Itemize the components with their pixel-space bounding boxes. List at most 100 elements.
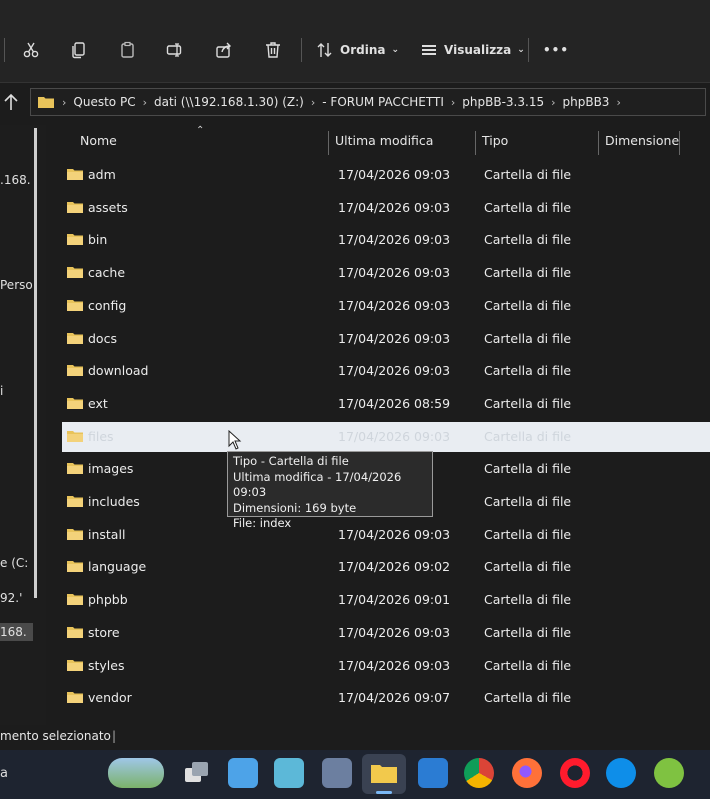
folder-icon: [67, 692, 83, 704]
table-row[interactable]: download 17/04/2026 09:03 Cartella di file: [62, 356, 710, 386]
rename-button[interactable]: [166, 36, 184, 64]
column-divider[interactable]: [328, 131, 329, 155]
share-icon: [216, 42, 231, 58]
file-type: Cartella di file: [484, 330, 572, 346]
file-name: images: [88, 461, 134, 477]
folder-icon: [67, 528, 83, 540]
share-button[interactable]: [215, 36, 233, 64]
folder-icon: [371, 765, 397, 783]
address-bar[interactable]: › Questo PC › dati (\\192.168.1.30) (Z:)…: [30, 88, 706, 116]
trash-icon: [266, 42, 280, 58]
paste-button[interactable]: [119, 36, 137, 64]
file-type: Cartella di file: [484, 461, 572, 477]
toolbar-divider: [4, 38, 5, 62]
table-row[interactable]: docs 17/04/2026 09:03 Cartella di file: [62, 324, 710, 354]
photos-icon[interactable]: [274, 758, 304, 788]
table-row[interactable]: config 17/04/2026 09:03 Cartella di file: [62, 291, 710, 321]
table-row[interactable]: cache 17/04/2026 09:03 Cartella di file: [62, 258, 710, 288]
arrow-up-icon[interactable]: [2, 92, 20, 112]
file-explorer-icon[interactable]: [362, 754, 406, 794]
breadcrumb-item[interactable]: phpBB-3.3.15: [462, 95, 544, 109]
paste-icon: [121, 41, 134, 58]
more-options-button[interactable]: •••: [543, 36, 569, 64]
outlook-icon[interactable]: [418, 758, 448, 788]
file-type: Cartella di file: [484, 526, 572, 542]
file-type: Cartella di file: [484, 395, 572, 411]
sort-label: Ordina: [340, 43, 386, 57]
breadcrumb-item[interactable]: Questo PC: [73, 95, 135, 109]
file-name: store: [88, 624, 120, 640]
file-type: Cartella di file: [484, 265, 572, 281]
cut-icon: [23, 42, 39, 58]
nav-item[interactable]: .168.: [0, 173, 31, 187]
file-name: phpbb: [88, 592, 128, 608]
nav-item[interactable]: 92.': [0, 591, 22, 605]
copy-icon: [72, 42, 85, 59]
chevron-right-icon: ›: [62, 95, 67, 109]
folder-icon: [67, 234, 83, 246]
file-name: bin: [88, 232, 108, 248]
table-row[interactable]: bin 17/04/2026 09:03 Cartella di file: [62, 225, 710, 255]
widgets-icon[interactable]: [108, 758, 164, 788]
nav-item[interactable]: Perso: [0, 278, 33, 292]
file-type: Cartella di file: [484, 297, 572, 313]
file-modified: 17/04/2026 09:03: [338, 330, 451, 346]
sort-button[interactable]: Ordina ⌄: [316, 36, 399, 64]
column-divider[interactable]: [598, 131, 599, 155]
file-name: download: [88, 363, 149, 379]
snap-icon[interactable]: [228, 758, 258, 788]
column-header-name[interactable]: Nome: [80, 133, 117, 148]
nav-item[interactable]: e (C:: [0, 556, 28, 570]
nav-scrollbar[interactable]: [34, 128, 37, 598]
delete-button[interactable]: [264, 36, 282, 64]
folder-icon: [67, 561, 83, 573]
view-button[interactable]: Visualizza ⌄: [420, 36, 525, 64]
table-row[interactable]: files 17/04/2026 09:03 Cartella di file: [62, 421, 710, 452]
toolbar-divider: [528, 38, 529, 62]
table-row[interactable]: language 17/04/2026 09:02 Cartella di file: [62, 552, 710, 582]
table-row[interactable]: styles 17/04/2026 09:03 Cartella di file: [62, 651, 710, 681]
nav-item-selected[interactable]: 168.: [0, 623, 33, 641]
folder-icon: [67, 365, 83, 377]
nav-item[interactable]: i: [0, 384, 3, 398]
column-header-type[interactable]: Tipo: [482, 133, 508, 148]
cut-button[interactable]: [22, 36, 40, 64]
firefox-icon[interactable]: [512, 758, 542, 788]
column-header-modified[interactable]: Ultima modifica: [335, 133, 433, 148]
table-row[interactable]: phpbb 17/04/2026 09:01 Cartella di file: [62, 585, 710, 615]
tooltip-line: Dimensioni: 169 byte: [233, 500, 357, 515]
column-divider[interactable]: [679, 131, 680, 155]
file-type: Cartella di file: [484, 559, 572, 575]
table-row[interactable]: adm 17/04/2026 09:03 Cartella di file: [62, 160, 710, 190]
file-modified: 17/04/2026 09:02: [338, 559, 451, 575]
file-type: Cartella di file: [484, 167, 572, 182]
opera-icon[interactable]: [560, 758, 590, 788]
view-icon: [422, 45, 436, 55]
table-row[interactable]: vendor 17/04/2026 09:07 Cartella di file: [62, 683, 710, 713]
notepadpp-icon[interactable]: [654, 758, 684, 788]
folder-icon: [67, 463, 83, 475]
calculator-icon[interactable]: [322, 758, 352, 788]
folder-icon: [67, 299, 83, 311]
taskbar: a: [0, 750, 710, 799]
file-modified: 17/04/2026 09:03: [338, 363, 451, 379]
folder-icon: [67, 659, 83, 671]
teamviewer-icon[interactable]: [606, 758, 636, 788]
folder-icon: [67, 397, 83, 409]
breadcrumb-item[interactable]: dati (\\192.168.1.30) (Z:): [154, 95, 304, 109]
column-divider[interactable]: [475, 131, 476, 155]
chrome-icon[interactable]: [464, 758, 494, 788]
table-row[interactable]: store 17/04/2026 09:03 Cartella di file: [62, 618, 710, 648]
search-box[interactable]: a: [0, 766, 8, 781]
copy-button[interactable]: [70, 36, 88, 64]
task-view-icon[interactable]: [182, 758, 212, 788]
breadcrumb-item[interactable]: phpBB3: [563, 95, 610, 109]
chevron-right-icon: ›: [616, 95, 621, 109]
file-modified: 17/04/2026 09:03: [338, 199, 451, 215]
column-header-size[interactable]: Dimensione: [605, 133, 679, 148]
file-type: Cartella di file: [484, 494, 572, 509]
table-row[interactable]: assets 17/04/2026 09:03 Cartella di file: [62, 193, 710, 223]
file-name: includes: [88, 494, 140, 509]
breadcrumb-item[interactable]: - FORUM PACCHETTI: [322, 95, 444, 109]
table-row[interactable]: ext 17/04/2026 08:59 Cartella di file: [62, 389, 710, 419]
